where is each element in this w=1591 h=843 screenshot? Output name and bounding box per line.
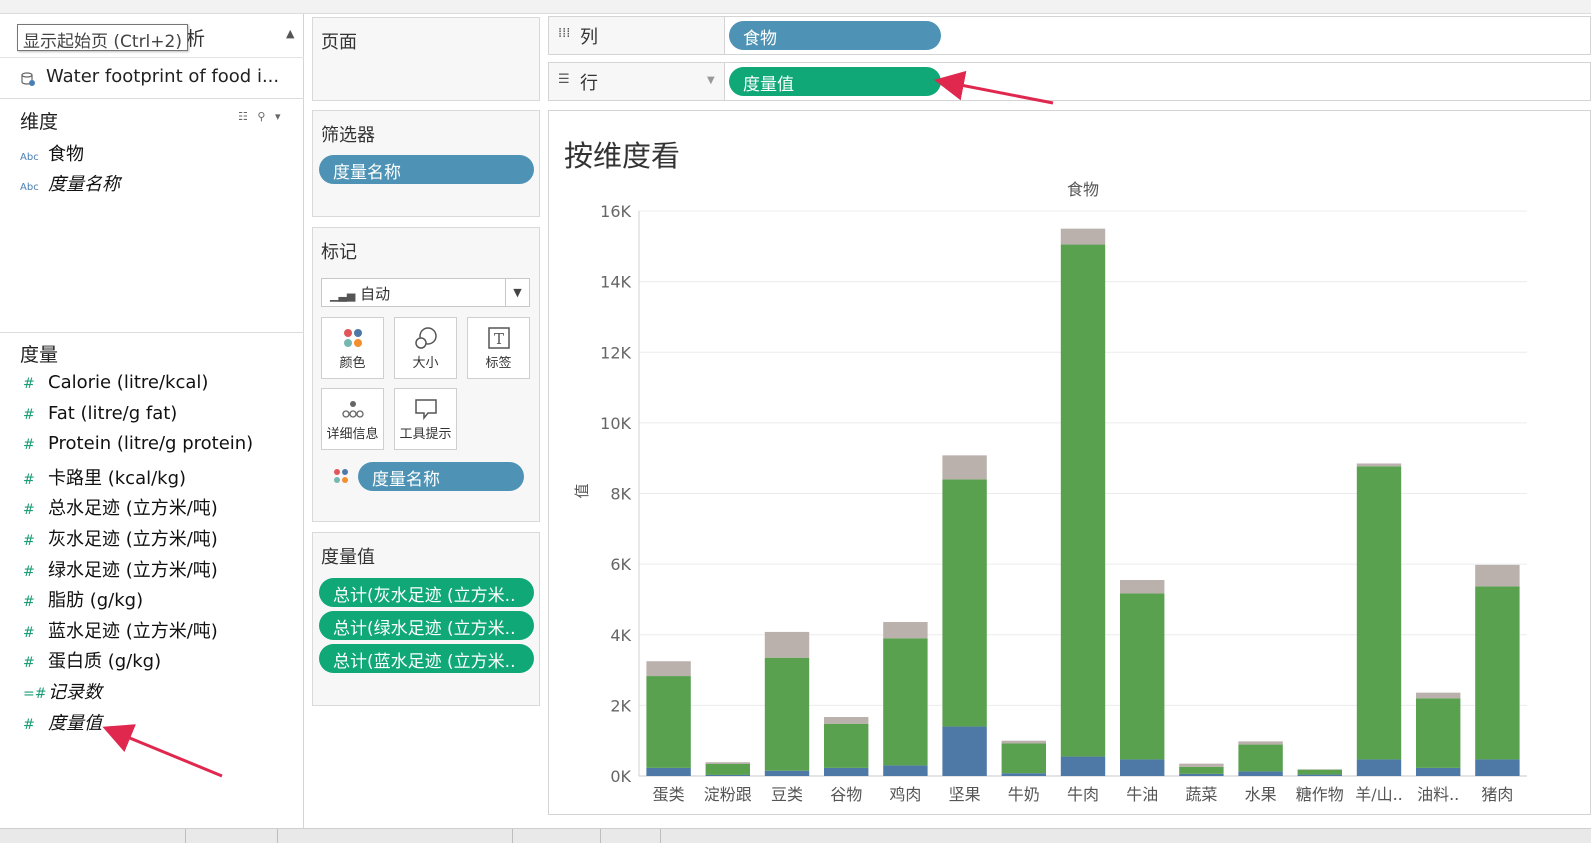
start-page-tooltip: 显示起始页 (Ctrl+2) <box>17 24 188 52</box>
sheet-tabs-strip <box>0 828 1591 843</box>
annotation-overlay <box>102 70 1054 778</box>
tab-divider <box>185 829 186 843</box>
tab-divider <box>600 829 601 843</box>
tab-divider <box>277 829 278 843</box>
annotation-arrow <box>102 724 223 778</box>
tab-divider <box>660 829 661 843</box>
tab-divider <box>512 829 513 843</box>
annotation-arrow <box>934 70 1054 105</box>
tableau-workspace: 析 ▲ 显示起始页 (Ctrl+2) Water footprint of fo… <box>0 0 1591 843</box>
